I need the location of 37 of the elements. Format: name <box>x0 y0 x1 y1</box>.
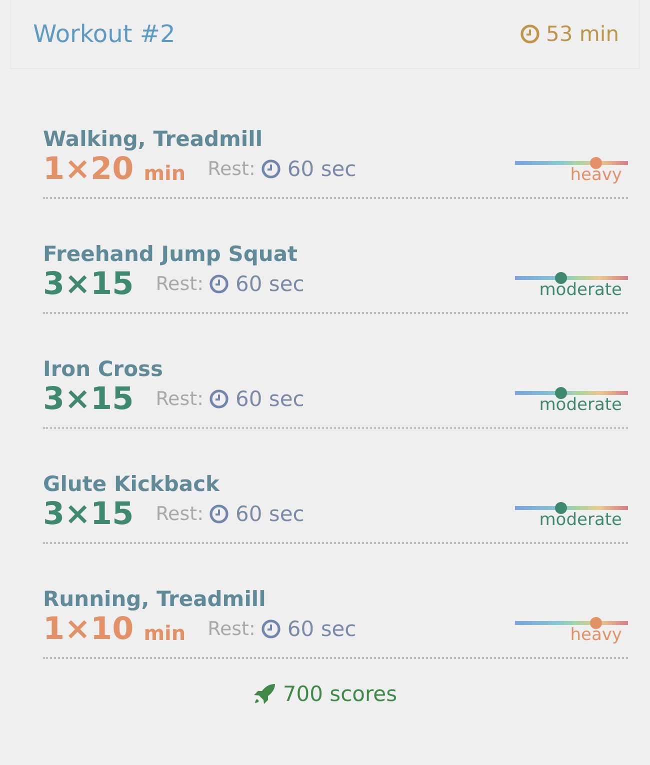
rest-label: Rest: <box>156 388 204 410</box>
clock-icon <box>209 274 230 294</box>
exercise-name: Glute Kickback <box>43 472 220 496</box>
rest-label: Rest: <box>208 158 256 180</box>
clock-icon <box>261 619 282 639</box>
clock-icon <box>520 24 540 44</box>
exercise-name: Running, Treadmill <box>43 587 266 611</box>
score-text: 700 scores <box>282 682 398 706</box>
sets-reps: 3×15 <box>43 381 134 417</box>
sets-reps: 1×10 <box>43 611 134 647</box>
clock-icon <box>209 389 230 409</box>
rest-time: 60 sec <box>287 617 356 641</box>
rest-label: Rest: <box>156 503 204 525</box>
total-duration: 53 min <box>546 22 619 46</box>
intensity-label: moderate <box>539 395 622 415</box>
intensity-label: heavy <box>570 625 622 645</box>
rest-label: Rest: <box>208 618 256 640</box>
unit-label: min <box>144 621 186 645</box>
sets-reps: 1×20 <box>43 151 134 187</box>
intensity-label: heavy <box>570 165 622 185</box>
rest-time: 60 sec <box>235 387 304 411</box>
sets-reps: 3×15 <box>43 496 134 532</box>
exercise-name: Iron Cross <box>43 357 164 381</box>
rocket-icon <box>252 683 277 705</box>
rest-time: 60 sec <box>287 157 356 181</box>
exercise-name: Freehand Jump Squat <box>43 242 298 266</box>
sets-reps: 3×15 <box>43 266 134 302</box>
rest-time: 60 sec <box>235 272 304 296</box>
intensity-label: moderate <box>539 510 622 530</box>
unit-label: min <box>144 161 186 185</box>
workout-title: Workout #2 <box>33 20 176 48</box>
rest-label: Rest: <box>156 273 204 295</box>
clock-icon <box>261 159 282 179</box>
clock-icon <box>209 504 230 524</box>
intensity-label: moderate <box>539 280 622 300</box>
rest-time: 60 sec <box>235 502 304 526</box>
exercise-name: Walking, Treadmill <box>43 127 263 151</box>
